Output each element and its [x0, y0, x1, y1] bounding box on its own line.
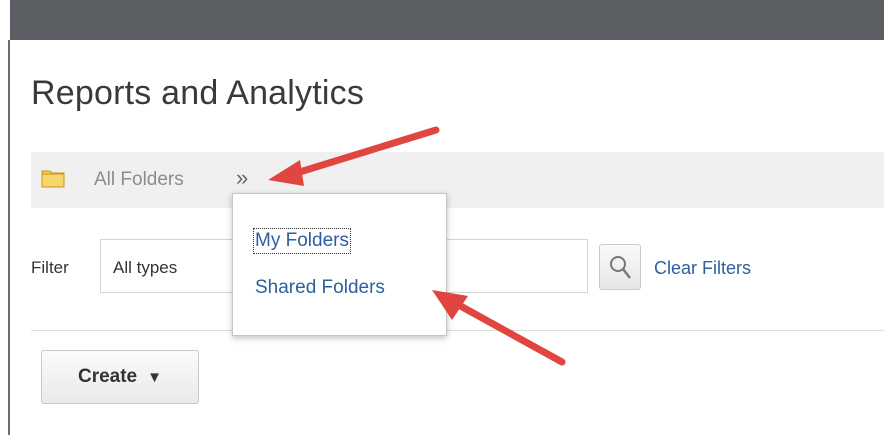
filter-label: Filter	[31, 258, 69, 277]
search-icon	[610, 256, 631, 279]
top-bar-edge	[0, 0, 10, 40]
page-title: Reports and Analytics	[31, 74, 365, 112]
menu-item-shared-folders[interactable]: Shared Folders	[255, 277, 385, 299]
menu-item-my-folders[interactable]: My Folders	[253, 228, 351, 254]
folder-icon	[41, 168, 65, 188]
search-button[interactable]	[599, 244, 641, 290]
type-filter-value: All types	[113, 258, 178, 277]
folders-dropdown-menu: My Folders Shared Folders	[232, 193, 447, 336]
annotation-arrow-shared-folders	[432, 290, 566, 366]
breadcrumb: All Folders »	[31, 152, 884, 208]
caret-down-icon: ▼	[147, 368, 162, 386]
create-button-label: Create	[77, 366, 138, 387]
breadcrumb-chevron-button[interactable]: »	[236, 165, 248, 191]
clear-filters-link[interactable]: Clear Filters	[654, 258, 751, 279]
create-button[interactable]: Create ▼	[41, 350, 199, 404]
left-border	[8, 40, 10, 435]
divider	[31, 330, 884, 331]
top-bar	[0, 0, 884, 40]
breadcrumb-all-folders[interactable]: All Folders	[94, 169, 184, 191]
